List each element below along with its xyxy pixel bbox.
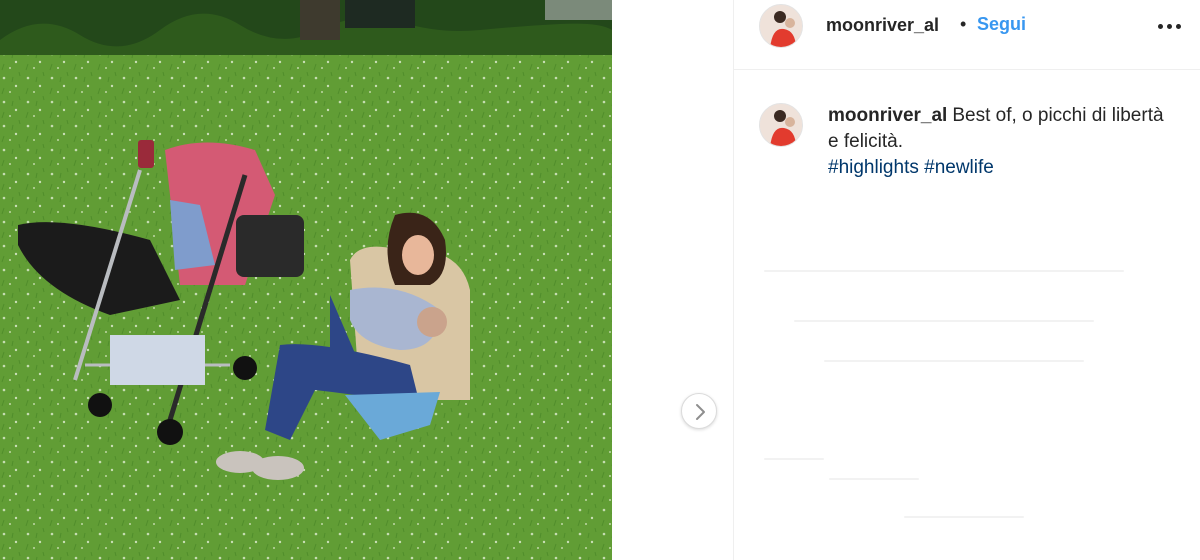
caption-hashtags: #highlights #newlife [828, 155, 1168, 181]
photo-illustration [0, 0, 612, 560]
author-username[interactable]: moonriver_al [826, 15, 939, 36]
carousel-gutter [612, 0, 733, 560]
profile-avatar-icon [760, 5, 802, 47]
hashtag-link[interactable]: #newlife [924, 157, 994, 178]
comment-placeholder [794, 320, 1094, 322]
instagram-post: moonriver_al • Segui moonriver_al Best of… [0, 0, 1200, 560]
caption-username[interactable]: moonriver_al [828, 105, 947, 126]
comment-placeholder [764, 458, 824, 460]
chevron-right-icon [696, 404, 705, 420]
comment-placeholder [824, 360, 1084, 362]
follow-button[interactable]: Segui [977, 14, 1026, 35]
follow-separator: • [960, 14, 967, 34]
post-photo[interactable] [0, 0, 612, 560]
more-options-icon[interactable] [1156, 12, 1184, 36]
profile-avatar-icon [760, 104, 802, 146]
caption-author-avatar[interactable] [759, 103, 803, 147]
post-header: moonriver_al • Segui [734, 0, 1200, 70]
post-caption: moonriver_al Best of, o picchi di libertà… [828, 103, 1168, 181]
hashtag-link[interactable]: #highlights [828, 157, 919, 178]
author-avatar[interactable] [759, 4, 803, 48]
comment-placeholder [829, 478, 919, 480]
post-side-panel: moonriver_al • Segui moonriver_al Best of… [733, 0, 1200, 560]
comment-placeholder [764, 270, 1124, 272]
comment-placeholder [904, 516, 1024, 518]
next-slide-button[interactable] [681, 393, 717, 429]
